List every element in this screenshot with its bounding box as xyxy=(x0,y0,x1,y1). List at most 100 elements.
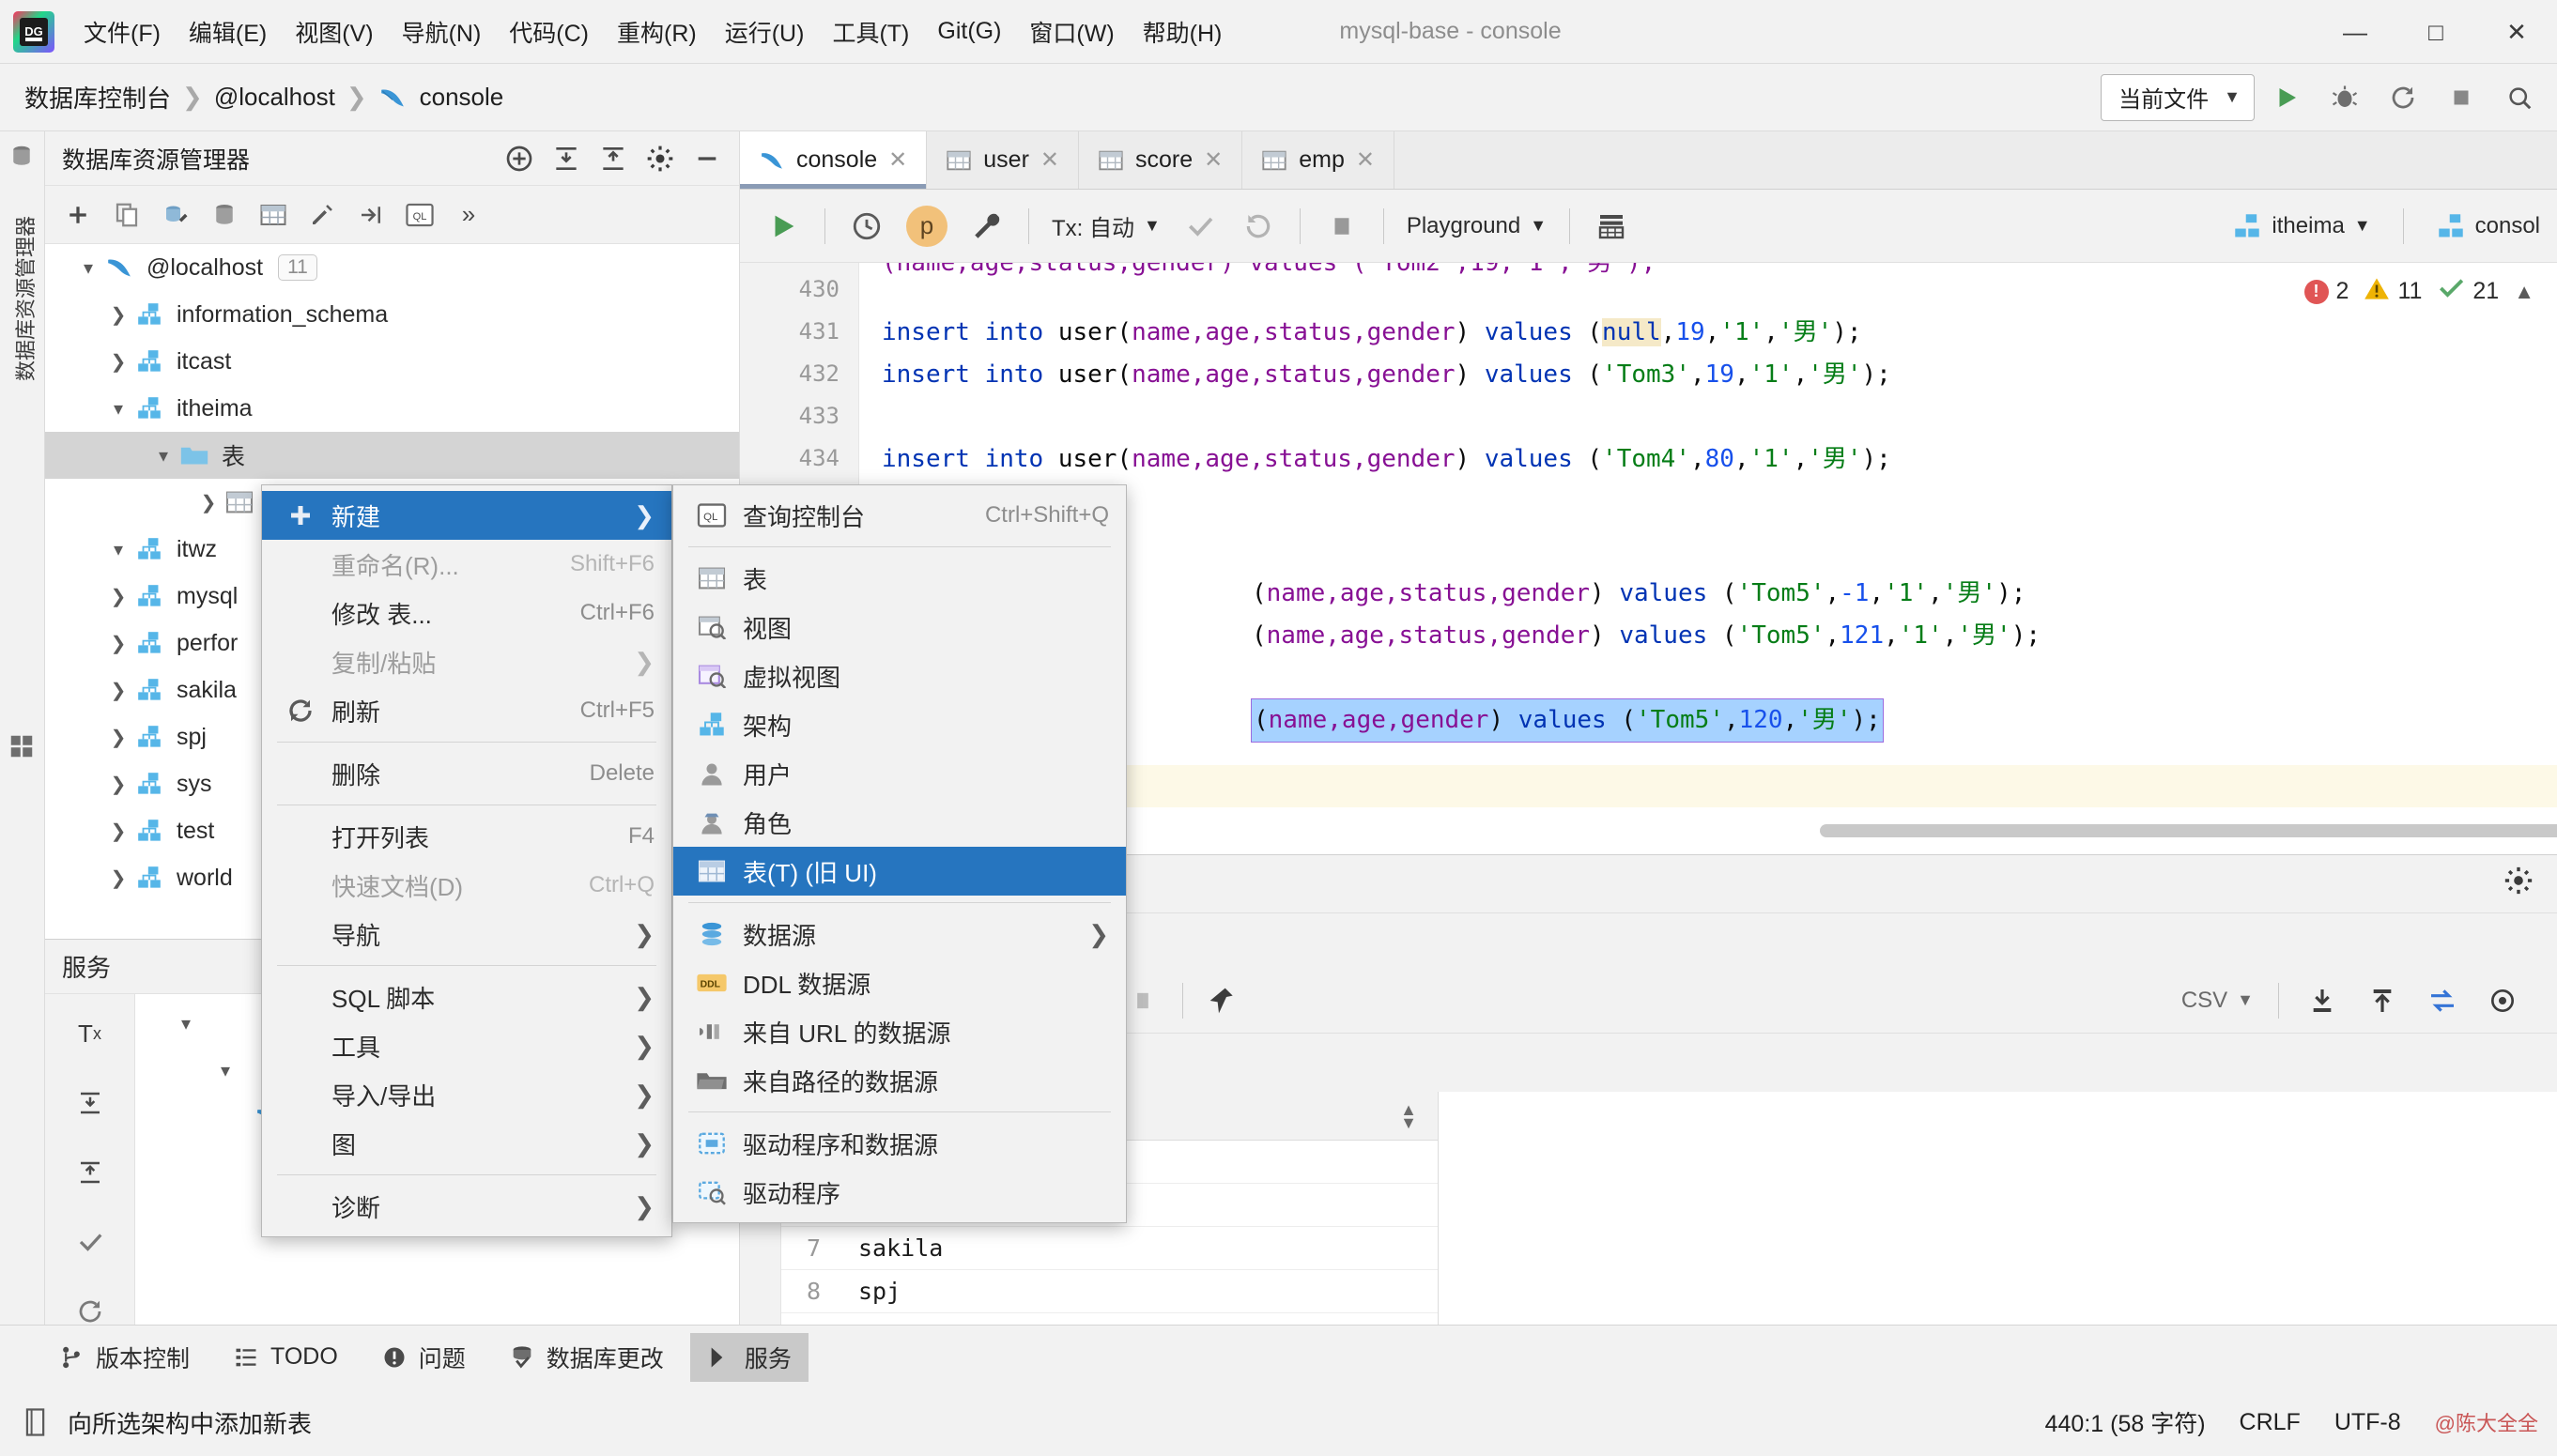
db-explorer-toggle-icon[interactable] xyxy=(8,143,38,173)
menu-item-delete[interactable]: 删除 Delete xyxy=(262,749,671,798)
chevron-right-icon[interactable]: ❯ xyxy=(193,491,223,514)
export-icon[interactable] xyxy=(2356,974,2409,1027)
file-encoding[interactable]: UTF-8 xyxy=(2334,1409,2401,1436)
more-actions-icon[interactable]: » xyxy=(445,192,492,238)
context-menu-table[interactable]: 新建 ❯ 重命名(R)... Shift+F6 修改 表... Ctrl+F6 … xyxy=(261,484,672,1237)
tree-item-tables-folder[interactable]: ▾ 表 xyxy=(45,432,739,479)
close-icon[interactable]: ✕ xyxy=(888,146,907,174)
chevron-right-icon[interactable]: ❯ xyxy=(103,350,133,374)
chevron-right-icon[interactable]: ❯ xyxy=(103,679,133,702)
profile-badge[interactable]: p xyxy=(899,200,955,253)
chevron-right-icon[interactable]: ❯ xyxy=(103,773,133,796)
inspection-widget[interactable]: ! 2 11 21 ▲ xyxy=(2303,276,2534,307)
collapse-inspections-icon[interactable]: ▲ xyxy=(2514,280,2534,304)
menu-window[interactable]: 窗口(W) xyxy=(1015,9,1128,54)
submenu-item-role[interactable]: 角色 xyxy=(673,798,1126,847)
menu-item-diagrams[interactable]: 图 ❯ xyxy=(262,1119,671,1168)
table-row[interactable]: 8 spj xyxy=(781,1270,1438,1313)
close-icon[interactable]: ✕ xyxy=(1204,146,1223,174)
menu-item-modify-table[interactable]: 修改 表... Ctrl+F6 xyxy=(262,589,671,637)
tree-item-information-schema[interactable]: ❯ information_schema xyxy=(45,291,739,338)
settings-gear-icon[interactable] xyxy=(639,138,681,179)
menu-view[interactable]: 视图(V) xyxy=(281,9,387,54)
collapse-icon[interactable] xyxy=(60,1142,120,1203)
menu-item-refresh[interactable]: 刷新 Ctrl+F5 xyxy=(262,686,671,735)
menu-item-tools[interactable]: 工具 ❯ xyxy=(262,1021,671,1070)
menu-item-import-export[interactable]: 导入/导出 ❯ xyxy=(262,1070,671,1119)
horizontal-scrollbar[interactable] xyxy=(1820,824,2557,837)
stop-button[interactable] xyxy=(1316,200,1368,253)
db-explorer-vertical-label[interactable]: 数据库资源管理器 xyxy=(9,216,39,381)
modify-object-icon[interactable] xyxy=(299,192,346,238)
toolwindow-services[interactable]: 服务 xyxy=(689,1332,809,1382)
tree-item-itheima[interactable]: ▾ itheima xyxy=(45,385,739,432)
submenu-item-table[interactable]: 表 xyxy=(673,554,1126,603)
search-icon[interactable] xyxy=(2493,71,2546,124)
submenu-item-datasource-from-path[interactable]: 来自路径的数据源 xyxy=(673,1056,1126,1105)
chevron-down-icon[interactable]: ▾ xyxy=(210,1059,240,1082)
toolwindow-todo[interactable]: TODO xyxy=(216,1336,355,1378)
new-datasource-icon[interactable] xyxy=(54,192,101,238)
menu-run[interactable]: 运行(U) xyxy=(711,9,819,54)
submenu-item-drivers[interactable]: 驱动程序 xyxy=(673,1168,1126,1217)
menu-code[interactable]: 代码(C) xyxy=(495,9,603,54)
schema-selector[interactable]: Playground ▼ xyxy=(1399,200,1554,253)
tab-user[interactable]: user ✕ xyxy=(927,131,1080,189)
expand-all-icon[interactable] xyxy=(546,138,587,179)
toolwindow-db-changes[interactable]: 数据库更改 xyxy=(492,1333,681,1382)
commit-button[interactable] xyxy=(1174,200,1226,253)
menu-file[interactable]: 文件(F) xyxy=(69,9,175,54)
rerun-icon[interactable] xyxy=(2377,71,2429,124)
submenu-item-drivers-and-datasources[interactable]: 驱动程序和数据源 xyxy=(673,1119,1126,1168)
chevron-right-icon[interactable]: ❯ xyxy=(103,726,133,749)
menu-git[interactable]: Git(G) xyxy=(923,12,1015,51)
export-format-selector[interactable]: CSV ▼ xyxy=(2174,974,2261,1027)
menu-help[interactable]: 帮助(H) xyxy=(1129,9,1237,54)
submenu-item-user[interactable]: 用户 xyxy=(673,749,1126,798)
query-console-icon[interactable]: QL xyxy=(396,192,443,238)
tree-item-itcast[interactable]: ❯ itcast xyxy=(45,338,739,385)
submenu-item-table-old-ui[interactable]: 表(T) (旧 UI) xyxy=(673,847,1126,896)
pin-icon[interactable] xyxy=(1196,974,1249,1027)
chevron-down-icon[interactable]: ▾ xyxy=(103,538,133,561)
datasource-properties-icon[interactable] xyxy=(201,192,248,238)
table-icon[interactable] xyxy=(250,192,297,238)
submenu-item-schema[interactable]: 架构 xyxy=(673,700,1126,749)
chevron-right-icon[interactable]: ❯ xyxy=(103,820,133,843)
chevron-down-icon[interactable]: ▾ xyxy=(73,256,103,280)
table-row[interactable]: 7 sakila xyxy=(781,1227,1438,1270)
run-icon[interactable] xyxy=(2260,71,2313,124)
submenu-item-datasource-from-url[interactable]: 来自 URL 的数据源 xyxy=(673,1007,1126,1056)
close-icon[interactable]: ✕ xyxy=(1040,146,1059,174)
error-count[interactable]: ! 2 xyxy=(2303,278,2349,305)
session-selector[interactable]: itheima ▼ xyxy=(2225,200,2378,253)
submenu-item-datasource[interactable]: 数据源 ❯ xyxy=(673,910,1126,958)
menu-navigate[interactable]: 导航(N) xyxy=(388,9,496,54)
ok-count[interactable]: 21 xyxy=(2437,276,2499,307)
transpose-icon[interactable] xyxy=(2416,974,2469,1027)
menu-item-navigate[interactable]: 导航 ❯ xyxy=(262,910,671,958)
chevron-right-icon[interactable]: ❯ xyxy=(103,632,133,655)
menu-edit[interactable]: 编辑(E) xyxy=(175,9,281,54)
wrench-icon[interactable] xyxy=(961,200,1013,253)
submenu-item-view[interactable]: 视图 xyxy=(673,603,1126,651)
menu-item-sql-scripts[interactable]: SQL 脚本 ❯ xyxy=(262,973,671,1021)
check-icon[interactable] xyxy=(60,1212,120,1272)
breadcrumb-host[interactable]: @localhost xyxy=(214,83,335,112)
tx-icon[interactable]: Tx xyxy=(60,1004,120,1064)
menu-item-open-list[interactable]: 打开列表 F4 xyxy=(262,812,671,861)
hide-panel-icon[interactable] xyxy=(686,138,728,179)
submenu-item-ddl-datasource[interactable]: DDL DDL 数据源 xyxy=(673,958,1126,1007)
collapse-all-icon[interactable] xyxy=(593,138,634,179)
caret-position[interactable]: 440:1 (58 字符) xyxy=(2045,1405,2206,1439)
import-icon[interactable] xyxy=(2296,974,2349,1027)
chevron-down-icon[interactable]: ▾ xyxy=(103,397,133,421)
menu-item-new[interactable]: 新建 ❯ xyxy=(262,491,671,540)
chevron-right-icon[interactable]: ❯ xyxy=(103,585,133,608)
submenu-item-query-console[interactable]: QL 查询控制台 Ctrl+Shift+Q xyxy=(673,491,1126,540)
context-submenu-new[interactable]: QL 查询控制台 Ctrl+Shift+Q 表 视图 虚拟视图 架构 用户 角色… xyxy=(672,484,1127,1223)
tab-console[interactable]: console ✕ xyxy=(740,131,928,189)
chevron-right-icon[interactable]: ❯ xyxy=(103,866,133,890)
stop-icon[interactable] xyxy=(2435,71,2488,124)
chevron-down-icon[interactable]: ▾ xyxy=(148,444,178,467)
